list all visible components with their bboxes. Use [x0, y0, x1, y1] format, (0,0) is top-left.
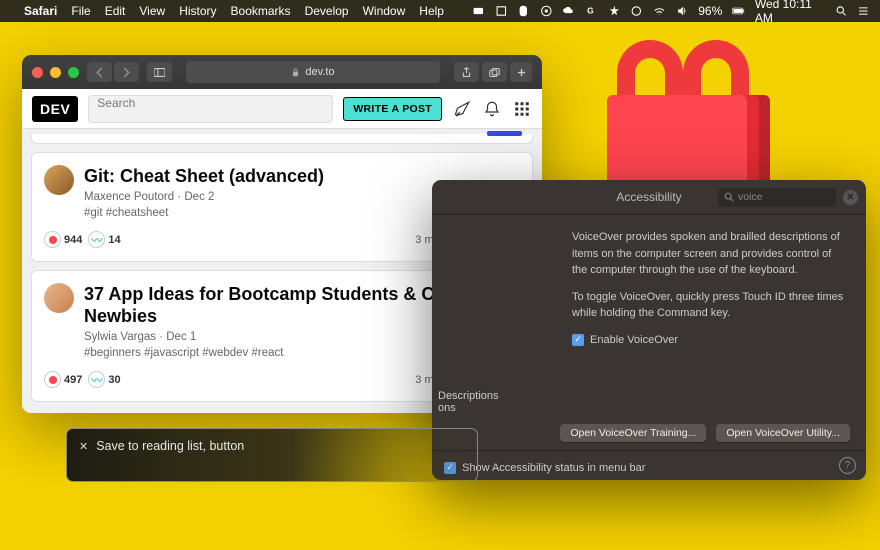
help-button[interactable]: ?: [839, 457, 856, 474]
reactions-hearts[interactable]: 497: [44, 371, 82, 388]
status-icon[interactable]: [495, 4, 508, 18]
accessibility-window: Accessibility voice ✕ VoiceOver provides…: [432, 180, 866, 480]
menu-file[interactable]: File: [71, 4, 90, 18]
voiceover-pane: VoiceOver provides spoken and brailled d…: [432, 215, 866, 348]
clear-search-icon[interactable]: ✕: [843, 190, 858, 205]
new-tab-button[interactable]: [510, 62, 532, 82]
voiceover-description: VoiceOver provides spoken and brailled d…: [572, 229, 848, 279]
notifications-icon[interactable]: [482, 99, 502, 119]
address-bar[interactable]: dev.to: [186, 61, 440, 83]
back-button[interactable]: [87, 62, 112, 82]
reactions-hearts[interactable]: 944: [44, 231, 82, 248]
search-icon: [724, 192, 734, 202]
accessibility-footer: ✓ Show Accessibility status in menu bar …: [432, 450, 866, 480]
status-icon[interactable]: G: [585, 4, 598, 18]
volume-icon[interactable]: [676, 4, 689, 18]
menu-help[interactable]: Help: [419, 4, 444, 18]
menu-edit[interactable]: Edit: [105, 4, 126, 18]
sidebar-visible-rows: Descriptions ons: [438, 390, 499, 414]
minimize-button[interactable]: [50, 67, 61, 78]
enable-voiceover-checkbox[interactable]: ✓ Enable VoiceOver: [572, 332, 848, 349]
reactions-unicorns[interactable]: 〰14: [88, 231, 120, 248]
unicorn-icon: 〰: [88, 371, 105, 388]
window-controls: [32, 67, 79, 78]
zoom-button[interactable]: [68, 67, 79, 78]
cloud-icon[interactable]: [562, 4, 575, 18]
close-button[interactable]: [32, 67, 43, 78]
sidebar-item[interactable]: ons: [438, 402, 499, 414]
status-icon[interactable]: [540, 4, 553, 18]
clock: Wed 10:11 AM: [755, 0, 825, 25]
write-post-button[interactable]: WRITE A POST: [343, 97, 442, 121]
evernote-icon[interactable]: [517, 4, 530, 18]
unicorn-icon: 〰: [88, 231, 105, 248]
sidebar-item-descriptions[interactable]: Descriptions: [438, 390, 499, 402]
dev-logo[interactable]: DEV: [32, 96, 78, 122]
status-icon[interactable]: [630, 4, 643, 18]
dev-header: DEV Search WRITE A POST: [22, 89, 542, 129]
reactions-unicorns[interactable]: 〰30: [88, 371, 120, 388]
prefs-search-input[interactable]: voice: [718, 188, 836, 207]
voiceover-toggle-hint: To toggle VoiceOver, quickly press Touch…: [572, 289, 848, 322]
avatar[interactable]: [44, 165, 74, 195]
status-icons: G 96% Wed 10:11 AM: [472, 0, 870, 25]
notification-center-icon[interactable]: [857, 4, 870, 18]
open-voiceover-utility-button[interactable]: Open VoiceOver Utility...: [716, 424, 850, 442]
sidebar-button[interactable]: [147, 62, 172, 82]
macos-menubar: Safari File Edit View History Bookmarks …: [0, 0, 880, 22]
safari-titlebar[interactable]: dev.to: [22, 55, 542, 89]
spotlight-icon[interactable]: [835, 4, 848, 18]
connect-icon[interactable]: [452, 99, 472, 119]
voiceover-caption-panel: ✕ Save to reading list, button: [66, 428, 478, 482]
tabs-button[interactable]: [482, 62, 507, 82]
avatar[interactable]: [44, 283, 74, 313]
battery-percent: 96%: [698, 4, 722, 18]
app-menu[interactable]: Safari: [24, 4, 57, 18]
battery-icon[interactable]: [732, 4, 745, 18]
status-icon[interactable]: [608, 4, 621, 18]
menu-develop[interactable]: Develop: [305, 4, 349, 18]
menu-window[interactable]: Window: [363, 4, 406, 18]
status-icon[interactable]: [472, 4, 485, 18]
menu-grid-icon[interactable]: [512, 99, 532, 119]
menu-history[interactable]: History: [179, 4, 216, 18]
menu-bookmarks[interactable]: Bookmarks: [231, 4, 291, 18]
lock-icon: [291, 68, 300, 77]
wifi-icon[interactable]: [653, 4, 666, 18]
close-icon[interactable]: ✕: [79, 440, 88, 453]
url-host: dev.to: [305, 66, 334, 78]
heart-icon: [44, 231, 61, 248]
open-voiceover-training-button[interactable]: Open VoiceOver Training...: [560, 424, 706, 442]
share-button[interactable]: [454, 62, 479, 82]
svg-text:G: G: [587, 6, 594, 16]
accessibility-titlebar[interactable]: Accessibility voice ✕: [432, 180, 866, 215]
search-input[interactable]: Search: [88, 95, 333, 123]
forward-button[interactable]: [114, 62, 139, 82]
checkbox-checked-icon: ✓: [572, 334, 584, 346]
heart-icon: [44, 371, 61, 388]
menu-view[interactable]: View: [139, 4, 165, 18]
post-card-partial: [31, 134, 533, 144]
voiceover-caption-text: Save to reading list, button: [96, 439, 244, 453]
